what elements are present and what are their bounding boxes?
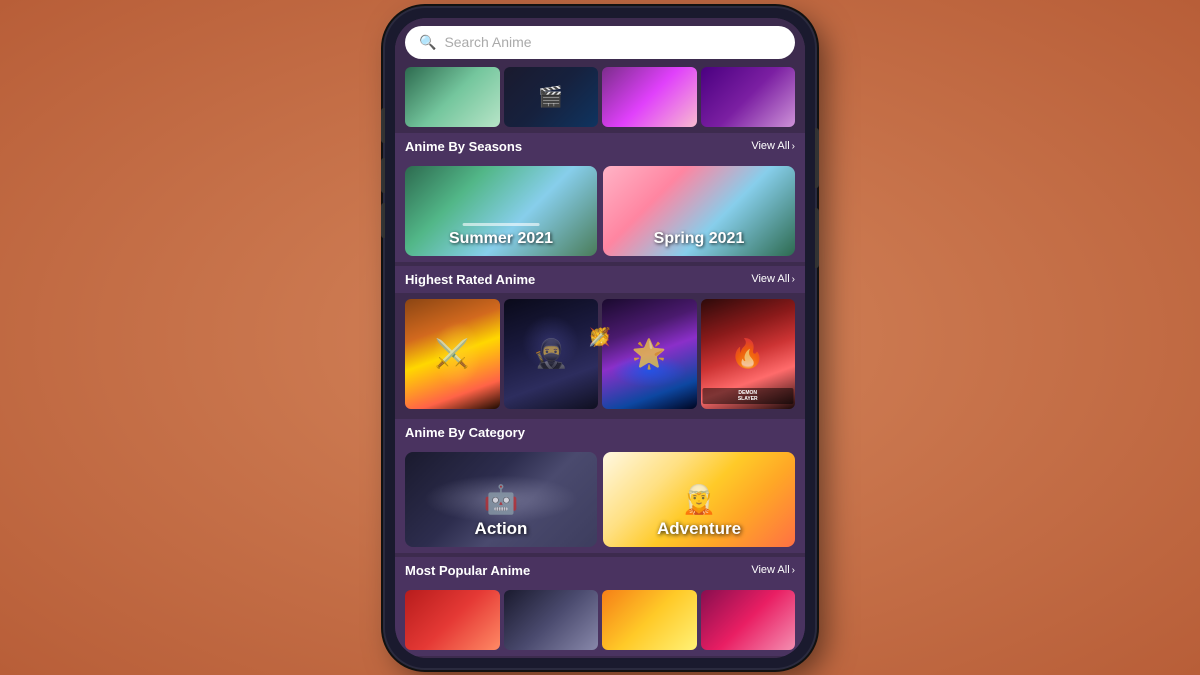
popular-card-4[interactable]: 🗡️ xyxy=(701,590,796,650)
popular-4-art: 🗡️ xyxy=(701,590,796,650)
search-bar[interactable]: 🔍 Search Anime xyxy=(405,26,795,59)
search-input-placeholder[interactable]: Search Anime xyxy=(444,34,531,50)
search-bar-container: 🔍 Search Anime xyxy=(395,18,805,67)
phone-screen: 🔍 Search Anime Anime By Seasons View All… xyxy=(395,18,805,658)
popular-grid: 💥 ⚡ ✊ 🗡️ xyxy=(395,584,805,656)
app-content: 🔍 Search Anime Anime By Seasons View All… xyxy=(395,18,805,658)
phone-device: 🔍 Search Anime Anime By Seasons View All… xyxy=(385,8,815,668)
search-icon: 🔍 xyxy=(419,34,436,51)
